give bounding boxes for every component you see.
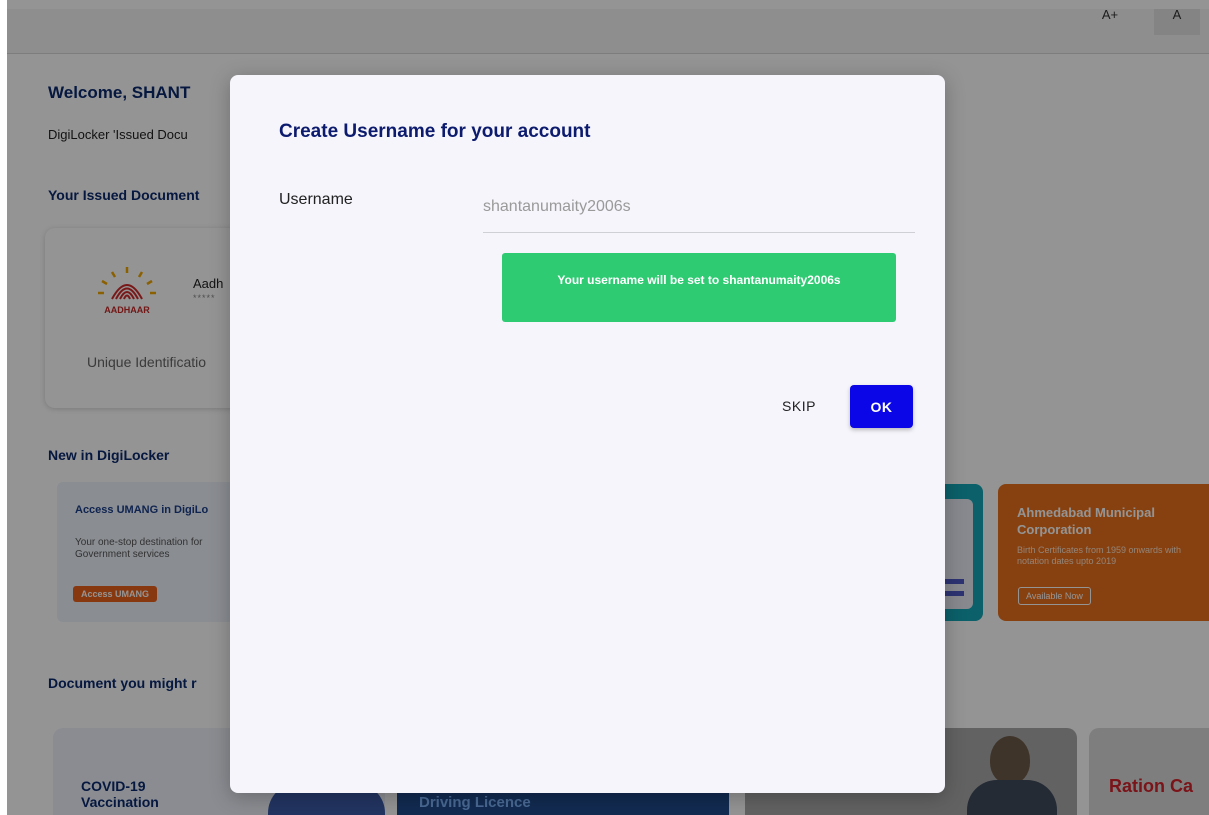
skip-button[interactable]: SKIP	[775, 389, 823, 423]
username-label: Username	[279, 191, 353, 208]
create-username-dialog: Create Username for your account Usernam…	[230, 75, 945, 793]
username-input[interactable]	[483, 181, 915, 233]
ok-button[interactable]: OK	[850, 385, 913, 428]
dialog-title: Create Username for your account	[279, 121, 591, 142]
left-edge-strip	[0, 0, 7, 815]
username-info-message: Your username will be set to shantanumai…	[502, 253, 896, 322]
